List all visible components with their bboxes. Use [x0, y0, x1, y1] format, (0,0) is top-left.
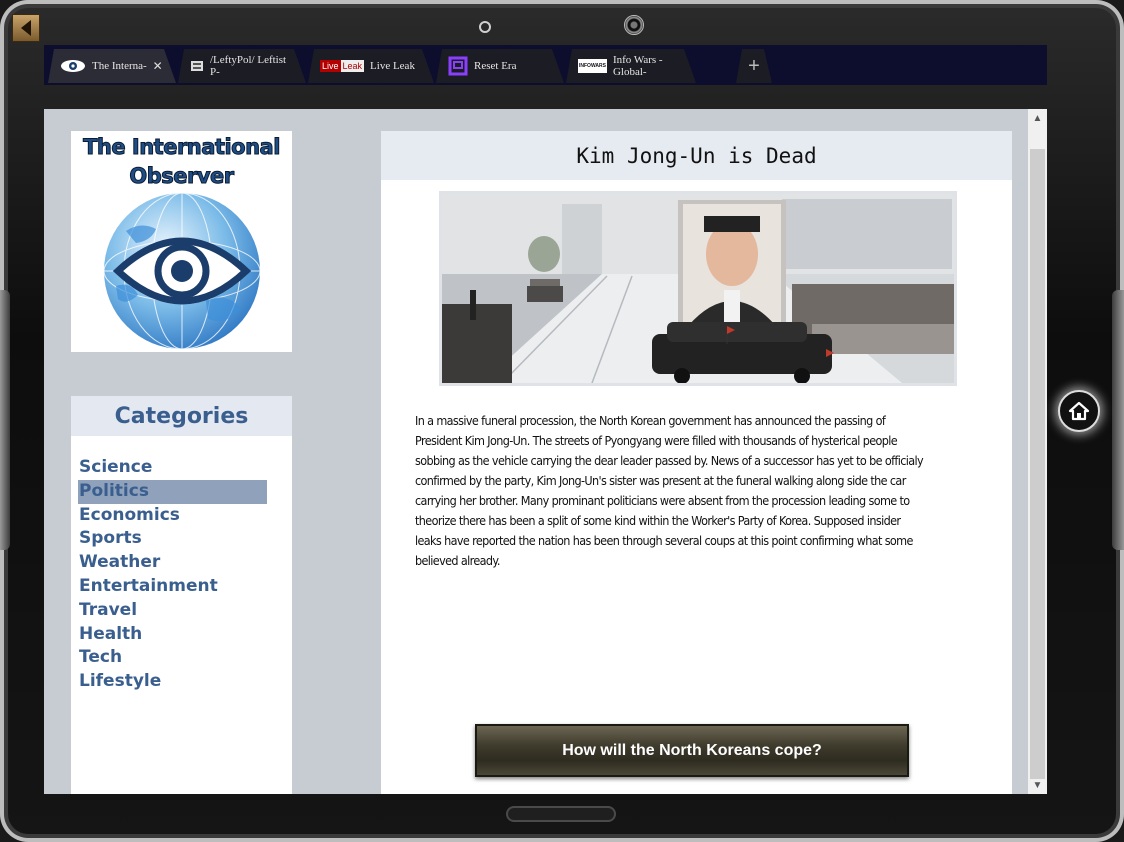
vertical-scrollbar[interactable]: ▲ ▼	[1028, 109, 1047, 794]
liveleak-logo-icon: Live Leak	[320, 60, 364, 72]
tab-reset-era[interactable]: Reset Era	[436, 49, 564, 83]
category-tech[interactable]: Tech	[78, 646, 267, 670]
tab-title: Info Wars - Global-	[612, 54, 663, 78]
tab-international-observer[interactable]: The Interna- ✕	[48, 49, 176, 83]
tablet-left-edge	[0, 290, 10, 550]
category-entertainment[interactable]: Entertainment	[78, 575, 267, 599]
imageboard-icon	[190, 59, 204, 73]
globe-eye-icon	[103, 192, 261, 350]
back-arrow-icon	[21, 20, 31, 36]
back-arrow-button[interactable]	[12, 14, 40, 42]
category-science[interactable]: Science	[78, 456, 267, 480]
tablet-right-edge	[1112, 290, 1124, 550]
funeral-procession-photo	[439, 191, 957, 386]
page-viewport[interactable]: The International Observer Categories Sc…	[44, 109, 1047, 794]
category-health[interactable]: Health	[78, 623, 267, 647]
tab-title: The Interna-	[92, 60, 147, 72]
tab-liveleak[interactable]: Live Leak Live Leak	[308, 49, 434, 83]
category-politics[interactable]: Politics	[78, 479, 267, 504]
bottom-speaker	[506, 806, 616, 822]
funeral-procession-image	[442, 194, 954, 383]
category-sports[interactable]: Sports	[78, 527, 267, 551]
eye-logo-icon	[60, 59, 86, 73]
tab-infowars[interactable]: INFOWARS Info Wars - Global-	[566, 49, 696, 83]
scroll-thumb[interactable]	[1030, 149, 1045, 779]
article-title: Kim Jong-Un is Dead	[381, 131, 1012, 180]
categories-panel: Categories Science Politics Economics Sp…	[71, 396, 292, 794]
infowars-logo-text: INFOWARS	[579, 63, 606, 69]
site-logo-line-1: The International	[83, 135, 281, 160]
home-icon	[1068, 401, 1090, 421]
cope-button[interactable]: How will the North Koreans cope?	[475, 724, 909, 777]
site-logo-line-2: Observer	[129, 164, 235, 189]
article-body: In a massive funeral procession, the Nor…	[415, 413, 924, 568]
browser-tab-bar: The Interna- ✕ /LeftyPol/ Leftist P- Liv…	[44, 45, 1047, 85]
liveleak-logo-text-leak: Leak	[342, 61, 363, 71]
liveleak-logo-text-live: Live	[322, 61, 339, 71]
categories-list: Science Politics Economics Sports Weathe…	[71, 436, 292, 694]
tab-close-icon[interactable]: ✕	[153, 59, 163, 73]
category-weather[interactable]: Weather	[78, 551, 267, 575]
plus-icon: +	[748, 54, 760, 77]
article-panel: Kim Jong-Un is Dead In a massive funeral…	[381, 131, 1012, 794]
category-travel[interactable]: Travel	[78, 599, 267, 623]
tab-leftypol[interactable]: /LeftyPol/ Leftist P-	[178, 49, 306, 83]
tab-title: Reset Era	[474, 60, 517, 72]
scroll-up-icon[interactable]: ▲	[1028, 109, 1047, 127]
tab-title: Live Leak	[370, 60, 415, 72]
new-tab-button[interactable]: +	[736, 49, 772, 83]
camera-icon	[624, 15, 644, 35]
site-logo[interactable]: The International Observer	[71, 131, 292, 352]
site-logo-title: The International Observer	[71, 133, 292, 191]
categories-header: Categories	[71, 396, 292, 436]
infowars-logo-icon: INFOWARS	[578, 59, 607, 73]
category-economics[interactable]: Economics	[78, 504, 267, 528]
scroll-down-icon[interactable]: ▼	[1028, 776, 1047, 794]
tab-title: /LeftyPol/ Leftist P-	[210, 54, 287, 78]
home-button[interactable]	[1058, 390, 1100, 432]
reset-era-icon	[448, 56, 468, 76]
sensor-icon	[479, 21, 491, 33]
category-lifestyle[interactable]: Lifestyle	[78, 670, 267, 694]
